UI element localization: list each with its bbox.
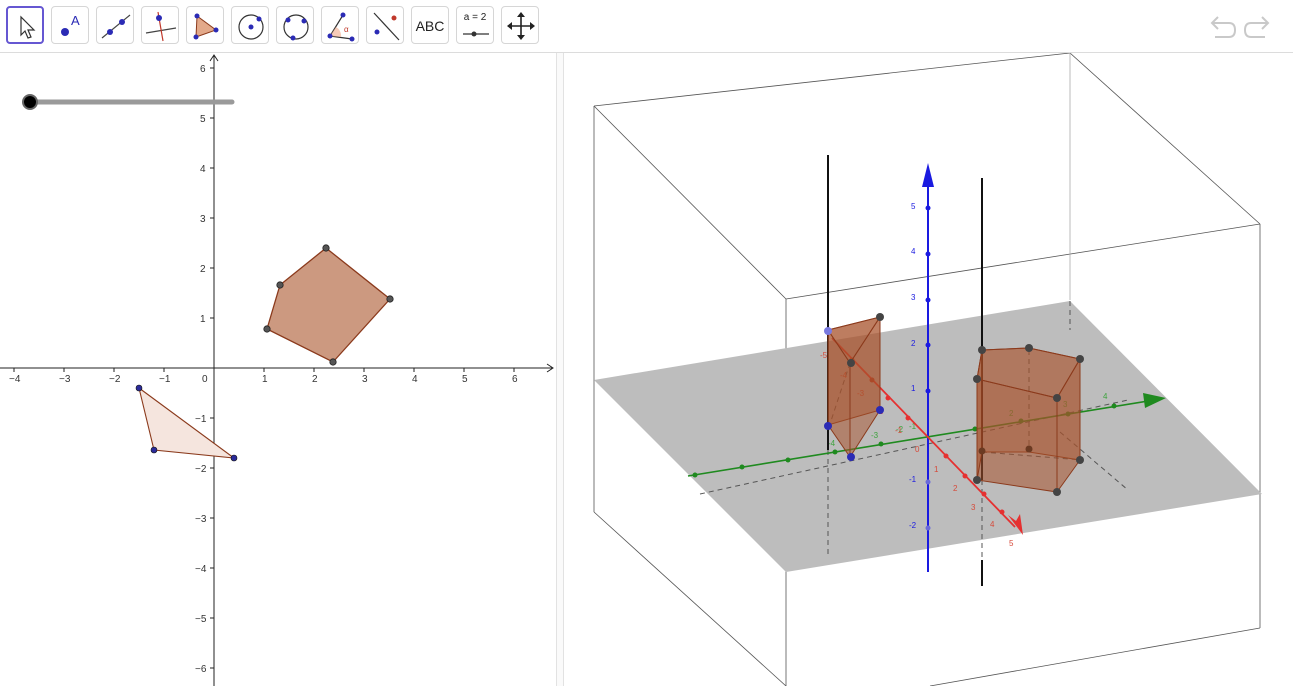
x-tick-label: 2 bbox=[312, 374, 318, 385]
text-tool-button[interactable]: ABC bbox=[411, 6, 449, 44]
y-label: 4 bbox=[1103, 392, 1108, 401]
y-tick-label: −6 bbox=[195, 664, 207, 675]
angle-icon: α bbox=[327, 12, 355, 42]
y-label: -4 bbox=[828, 439, 836, 448]
graphics-2d-canvas[interactable]: −4 −3 −2 −1 0 1 2 3 4 5 6 6 5 4 3 2 1 −1… bbox=[0, 53, 556, 686]
line-tool-button[interactable] bbox=[96, 6, 134, 44]
point-tool-button[interactable]: A bbox=[51, 6, 89, 44]
z-axis-arrow bbox=[922, 163, 934, 187]
y-tick-label: −3 bbox=[195, 514, 207, 525]
polygon-icon bbox=[193, 13, 219, 40]
polygon-tool-button[interactable] bbox=[186, 6, 224, 44]
x-tick-label: 3 bbox=[362, 374, 368, 385]
x-tick-label: 4 bbox=[412, 374, 418, 385]
y-tick-label: 4 bbox=[200, 164, 206, 175]
x-tick-label: −2 bbox=[109, 374, 121, 385]
text-icon: ABC bbox=[415, 18, 445, 34]
z-label: 5 bbox=[911, 202, 916, 211]
y-tick-label: 3 bbox=[200, 214, 206, 225]
y-label: -3 bbox=[871, 431, 879, 440]
y-axis-ticks: 6 5 4 3 2 1 −1 −2 −3 −4 −5 −6 bbox=[195, 64, 214, 675]
x-tick-label: 1 bbox=[262, 374, 268, 385]
x-tick-label: 5 bbox=[462, 374, 468, 385]
circle-center-point-icon bbox=[238, 14, 264, 40]
graphics-view-3d[interactable]: 5 4 3 2 1 -1 -2 -4 -3 -2 -1 2 3 4 bbox=[564, 53, 1293, 686]
pentagonal-prism[interactable] bbox=[973, 344, 1084, 496]
redo-icon[interactable] bbox=[1243, 12, 1273, 40]
undo-icon[interactable] bbox=[1207, 12, 1237, 40]
x-axis-ticks: −4 −3 −2 −1 0 1 2 3 4 5 6 bbox=[9, 368, 518, 385]
slider-tool-button[interactable]: a = 2 bbox=[456, 6, 494, 44]
x-label: 3 bbox=[971, 503, 976, 512]
point-tool-label: A bbox=[71, 13, 80, 28]
point-icon: A bbox=[61, 13, 80, 36]
view-divider[interactable] bbox=[556, 53, 564, 686]
x-label: 0 bbox=[915, 445, 920, 454]
x-label: 5 bbox=[1009, 539, 1014, 548]
graphics-view-2d[interactable]: −4 −3 −2 −1 0 1 2 3 4 5 6 6 5 4 3 2 1 −1… bbox=[0, 53, 556, 686]
x-tick-label: 0 bbox=[202, 374, 208, 385]
move-graphics-view-icon bbox=[507, 12, 535, 40]
perpendicular-line-tool-button[interactable] bbox=[141, 6, 179, 44]
reflect-about-line-icon bbox=[373, 12, 400, 41]
x-label: 1 bbox=[934, 465, 939, 474]
z-label: 4 bbox=[911, 247, 916, 256]
y-tick-label: 1 bbox=[200, 314, 206, 325]
x-label: 2 bbox=[953, 484, 958, 493]
slider-icon bbox=[463, 31, 489, 37]
x-tick-label: 6 bbox=[512, 374, 518, 385]
x-label: -5 bbox=[820, 351, 828, 360]
y-tick-label: 6 bbox=[200, 64, 206, 75]
y-tick-label: −1 bbox=[195, 414, 207, 425]
slider-handle[interactable] bbox=[22, 94, 38, 110]
y-tick-label: 5 bbox=[200, 114, 206, 125]
angle-tool-label: α bbox=[344, 25, 349, 34]
line-through-two-points-icon bbox=[101, 14, 131, 39]
y-tick-label: 2 bbox=[200, 264, 206, 275]
y-tick-label: −4 bbox=[195, 564, 207, 575]
move-tool-button[interactable] bbox=[6, 6, 44, 44]
x-label: -1 bbox=[895, 426, 903, 435]
z-label: -1 bbox=[909, 475, 917, 484]
arrow-cursor-icon bbox=[20, 15, 36, 39]
z-label: 2 bbox=[911, 339, 916, 348]
x-tick-label: −3 bbox=[59, 374, 71, 385]
angle-tool-button[interactable]: α bbox=[321, 6, 359, 44]
x-tick-label: −1 bbox=[159, 374, 171, 385]
z-label: 1 bbox=[911, 384, 916, 393]
move-graphics-view-tool-button[interactable] bbox=[501, 6, 539, 44]
y-tick-label: −5 bbox=[195, 614, 207, 625]
z-label: -2 bbox=[909, 521, 917, 530]
z-label: 3 bbox=[911, 293, 916, 302]
circle-center-point-tool-button[interactable] bbox=[231, 6, 269, 44]
y-tick-label: −2 bbox=[195, 464, 207, 475]
circle-three-points-icon bbox=[283, 14, 309, 41]
circle-three-points-tool-button[interactable] bbox=[276, 6, 314, 44]
perpendicular-line-icon bbox=[145, 11, 177, 42]
x-label: 4 bbox=[990, 520, 995, 529]
toolbar: A α ABC a = 2 bbox=[0, 0, 1293, 53]
graphics-3d-canvas[interactable]: 5 4 3 2 1 -1 -2 -4 -3 -2 -1 2 3 4 bbox=[564, 53, 1293, 686]
pentagon-polygon[interactable] bbox=[266, 247, 391, 363]
reflect-about-line-tool-button[interactable] bbox=[366, 6, 404, 44]
x-tick-label: −4 bbox=[9, 374, 21, 385]
